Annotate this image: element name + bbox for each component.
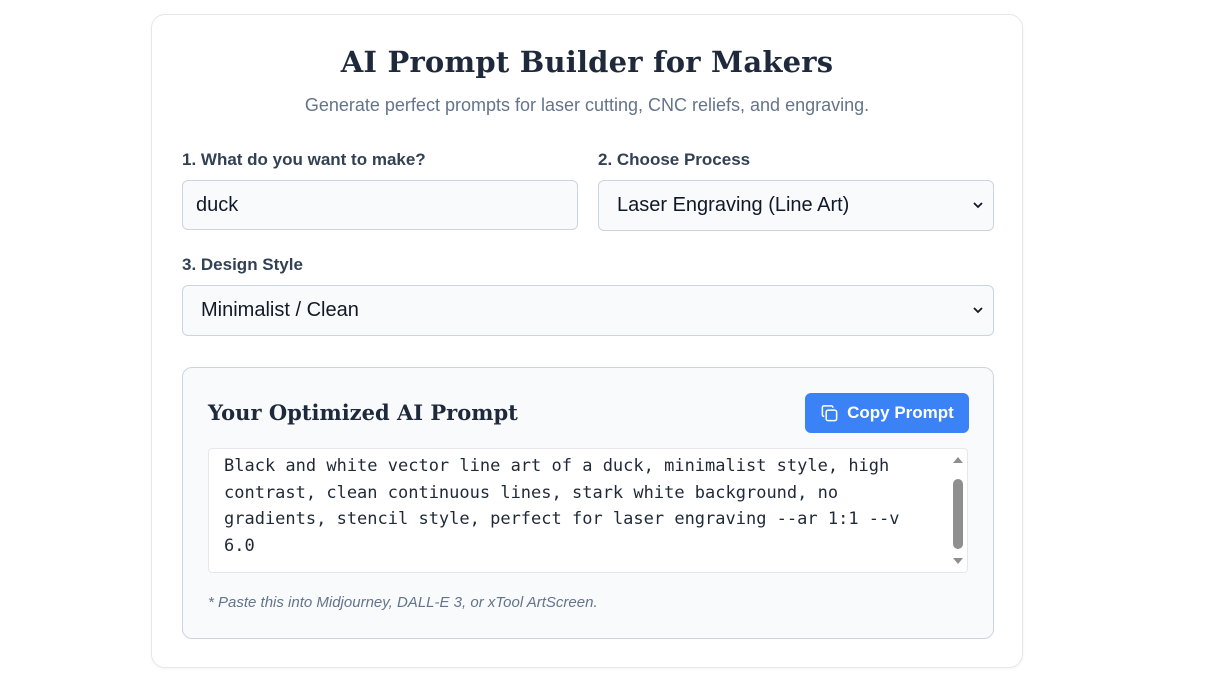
- copy-prompt-label: Copy Prompt: [847, 403, 954, 422]
- chevron-down-icon: [973, 201, 983, 211]
- page-subtitle: Generate perfect prompts for laser cutti…: [304, 95, 870, 115]
- paste-note: * Paste this into Midjourney, DALL-E 3, …: [208, 594, 598, 611]
- chevron-down-icon: [973, 306, 983, 316]
- output-title: Your Optimized AI Prompt: [208, 400, 518, 425]
- make-input-value: duck: [196, 193, 239, 216]
- style-select[interactable]: Minimalist / Clean: [182, 285, 994, 336]
- make-label: 1. What do you want to make?: [182, 150, 426, 169]
- style-label: 3. Design Style: [182, 255, 303, 274]
- copy-icon: [820, 404, 839, 423]
- scroll-thumb[interactable]: [953, 479, 963, 549]
- prompt-builder-card: AI Prompt Builder for Makers Generate pe…: [151, 14, 1023, 668]
- prompt-text: Black and white vector line art of a duc…: [224, 456, 900, 556]
- make-input[interactable]: duck: [182, 180, 578, 230]
- process-label: 2. Choose Process: [598, 150, 751, 169]
- prompt-scrollbar[interactable]: [949, 449, 967, 572]
- scroll-down-icon[interactable]: [952, 556, 964, 566]
- prompt-textarea[interactable]: Black and white vector line art of a duc…: [208, 448, 968, 573]
- scroll-up-icon[interactable]: [952, 455, 964, 465]
- page-title: AI Prompt Builder for Makers: [340, 45, 834, 79]
- copy-prompt-button[interactable]: Copy Prompt: [805, 393, 969, 433]
- style-select-value: Minimalist / Clean: [201, 299, 359, 321]
- output-panel: Your Optimized AI Prompt Copy Prompt Bla…: [182, 367, 994, 639]
- process-select[interactable]: Laser Engraving (Line Art): [598, 180, 994, 231]
- process-select-value: Laser Engraving (Line Art): [617, 194, 850, 216]
